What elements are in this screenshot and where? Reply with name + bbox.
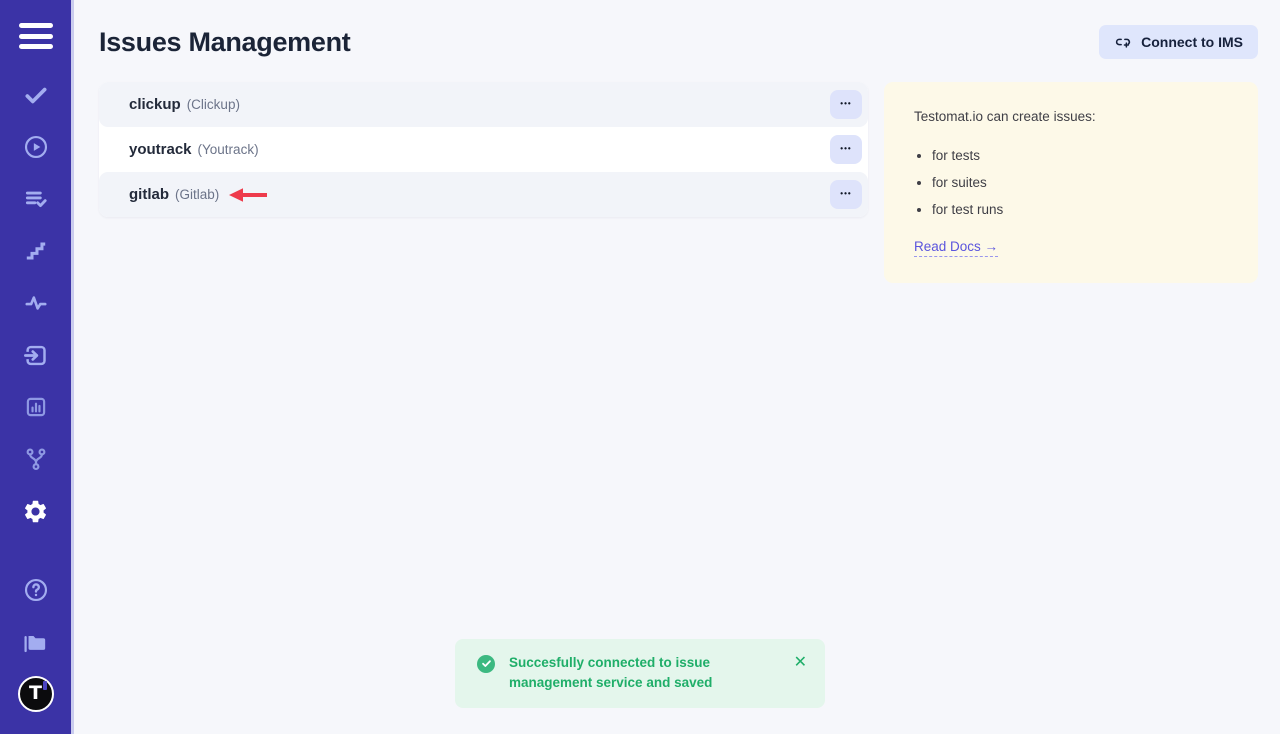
ims-row-clickup[interactable]: clickup (Clickup) ••• bbox=[99, 82, 868, 127]
sidebar-item-runs[interactable] bbox=[10, 121, 62, 173]
bar-chart-icon bbox=[23, 394, 49, 420]
connect-button-label: Connect to IMS bbox=[1141, 34, 1243, 50]
sidebar-nav bbox=[10, 69, 62, 537]
sidebar-item-help[interactable] bbox=[10, 564, 62, 616]
ims-list: clickup (Clickup) ••• youtrack (Youtrack… bbox=[99, 82, 868, 217]
sidebar-item-branches[interactable] bbox=[10, 433, 62, 485]
sidebar-item-settings[interactable] bbox=[10, 485, 62, 537]
row-menu-button[interactable]: ••• bbox=[830, 180, 862, 209]
sidebar-item-tests[interactable] bbox=[10, 69, 62, 121]
ims-name: gitlab bbox=[129, 186, 169, 203]
info-bullet: for suites bbox=[932, 175, 1228, 190]
row-menu-button[interactable]: ••• bbox=[830, 135, 862, 164]
ims-provider: (Clickup) bbox=[187, 97, 240, 112]
info-panel-title: Testomat.io can create issues: bbox=[914, 109, 1228, 124]
connect-to-ims-button[interactable]: Connect to IMS bbox=[1099, 25, 1258, 59]
sidebar-item-reports[interactable] bbox=[10, 381, 62, 433]
content-columns: clickup (Clickup) ••• youtrack (Youtrack… bbox=[99, 82, 1258, 283]
toast-message: Succesfully connected to issue managemen… bbox=[509, 653, 778, 694]
arrow-into-box-icon bbox=[22, 342, 49, 369]
info-panel: Testomat.io can create issues: for tests… bbox=[884, 82, 1258, 283]
sidebar-item-import[interactable] bbox=[10, 329, 62, 381]
hamburger-menu-icon[interactable] bbox=[19, 21, 53, 51]
info-bullet: for tests bbox=[932, 148, 1228, 163]
row-menu-button[interactable]: ••• bbox=[830, 90, 862, 119]
activity-icon bbox=[23, 290, 49, 316]
main-content: Issues Management Connect to IMS clickup… bbox=[77, 0, 1280, 734]
play-circle-icon bbox=[23, 134, 49, 160]
sidebar-item-milestones[interactable] bbox=[10, 225, 62, 277]
info-bullet-list: for tests for suites for test runs bbox=[932, 148, 1228, 217]
ellipsis-icon: ••• bbox=[840, 99, 851, 108]
sidebar: T bbox=[0, 0, 74, 734]
git-branch-icon bbox=[23, 446, 49, 472]
ims-provider: (Youtrack) bbox=[198, 142, 259, 157]
toast-close-button[interactable]: ✕ bbox=[792, 655, 809, 671]
success-check-icon bbox=[477, 655, 495, 673]
link-plus-icon bbox=[1114, 33, 1132, 51]
ims-row-youtrack[interactable]: youtrack (Youtrack) ••• bbox=[99, 127, 868, 172]
page-title: Issues Management bbox=[99, 27, 1099, 58]
info-bullet: for test runs bbox=[932, 202, 1228, 217]
ims-name: youtrack bbox=[129, 141, 192, 158]
check-icon bbox=[23, 82, 49, 108]
sidebar-item-plans[interactable] bbox=[10, 173, 62, 225]
logo-tick bbox=[43, 681, 47, 690]
steps-icon bbox=[23, 238, 49, 264]
help-circle-icon bbox=[23, 577, 49, 603]
testomat-logo: T bbox=[18, 676, 54, 712]
success-toast: Succesfully connected to issue managemen… bbox=[455, 639, 825, 709]
folders-icon bbox=[22, 629, 49, 656]
red-annotation-arrow-icon bbox=[228, 187, 268, 203]
sidebar-bottom: T bbox=[10, 564, 62, 734]
page-header: Issues Management Connect to IMS bbox=[99, 25, 1258, 59]
sidebar-item-account[interactable]: T bbox=[10, 668, 62, 720]
ims-row-gitlab[interactable]: gitlab (Gitlab) ••• bbox=[99, 172, 868, 217]
ellipsis-icon: ••• bbox=[840, 144, 851, 153]
ims-name: clickup bbox=[129, 96, 181, 113]
ims-provider: (Gitlab) bbox=[175, 187, 219, 202]
gear-icon bbox=[22, 498, 49, 525]
sidebar-item-analytics[interactable] bbox=[10, 277, 62, 329]
sidebar-item-projects[interactable] bbox=[10, 616, 62, 668]
ellipsis-icon: ••• bbox=[840, 189, 851, 198]
list-check-icon bbox=[23, 186, 49, 212]
read-docs-link[interactable]: Read Docs → bbox=[914, 239, 998, 257]
